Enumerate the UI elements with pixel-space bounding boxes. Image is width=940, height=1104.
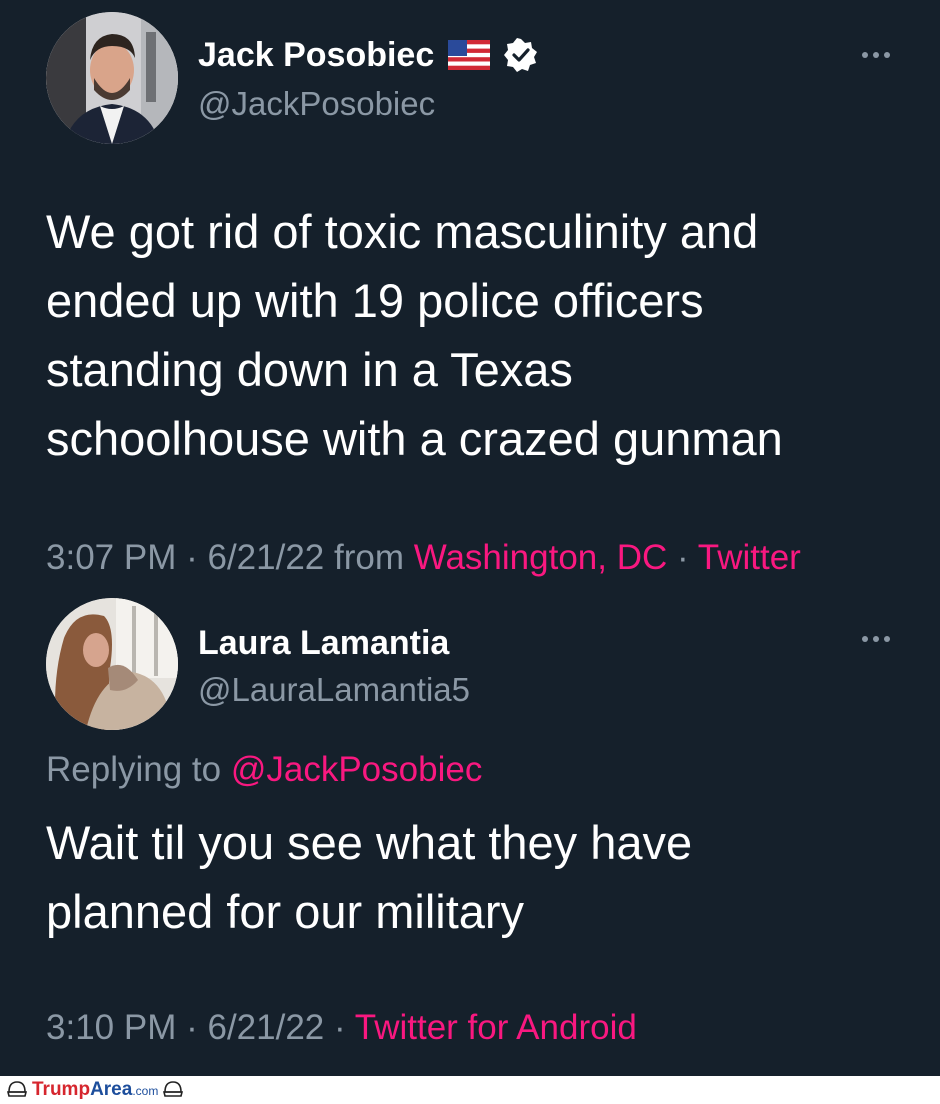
more-options-button[interactable] <box>862 52 890 58</box>
dot-icon <box>884 636 890 642</box>
location-link[interactable]: Washington, DC <box>414 538 668 577</box>
source-link[interactable]: Twitter <box>698 538 801 577</box>
cap-icon <box>163 1081 184 1097</box>
tweet-text: Wait til you see what they have planned … <box>46 816 693 938</box>
watermark-footer: TrumpArea.com <box>0 1076 940 1104</box>
brand-domain: .com <box>132 1084 159 1098</box>
dot-icon <box>873 52 879 58</box>
screenshot-page: Jack Posobiec @JackPosobiec We got rid o… <box>0 0 940 1104</box>
author-row: Laura Lamantia <box>198 622 449 664</box>
avatar[interactable] <box>46 12 178 144</box>
watermark-logo: TrumpArea.com <box>32 1079 158 1101</box>
tweet-date[interactable]: 6/21/22 <box>207 538 324 577</box>
avatar-photo-jack <box>46 12 178 144</box>
replying-label: Replying to <box>46 750 222 789</box>
tweet-meta: 3:10 PM · 6/21/22 · Twitter for Android <box>46 1006 637 1050</box>
replying-to: Replying to @JackPosobiec <box>46 748 482 792</box>
reply-tweet: Laura Lamantia @LauraLamantia5 Replying … <box>0 590 940 1076</box>
replying-to-handle-link[interactable]: @JackPosobiec <box>231 750 482 789</box>
cap-icon <box>6 1081 28 1097</box>
separator: · <box>186 538 208 577</box>
verified-badge-icon <box>504 38 538 72</box>
brand-trump: Trump <box>32 1079 91 1100</box>
from-label: from <box>334 538 414 577</box>
main-tweet: Jack Posobiec @JackPosobiec We got rid o… <box>0 0 940 590</box>
display-name[interactable]: Jack Posobiec <box>198 34 434 76</box>
dot-icon <box>862 636 868 642</box>
author-row: Jack Posobiec <box>198 34 538 76</box>
dot-icon <box>873 636 879 642</box>
separator: · <box>186 1008 208 1047</box>
us-flag-icon <box>448 40 491 70</box>
handle[interactable]: @LauraLamantia5 <box>198 670 470 710</box>
handle[interactable]: @JackPosobiec <box>198 84 435 124</box>
tweet-date[interactable]: 6/21/22 <box>207 1008 324 1047</box>
brand-area: Area <box>90 1079 133 1100</box>
tweet-text: We got rid of toxic masculinity and ende… <box>46 205 783 465</box>
more-options-button[interactable] <box>862 636 890 642</box>
dot-icon <box>884 52 890 58</box>
tweet-time[interactable]: 3:10 PM <box>46 1008 176 1047</box>
dot-icon <box>862 52 868 58</box>
source-link[interactable]: Twitter for Android <box>355 1008 637 1047</box>
separator: · <box>677 538 698 577</box>
separator: · <box>334 1008 355 1047</box>
avatar-photo-laura <box>46 598 178 730</box>
avatar[interactable] <box>46 598 178 730</box>
display-name[interactable]: Laura Lamantia <box>198 622 449 664</box>
tweet-time[interactable]: 3:07 PM <box>46 538 176 577</box>
tweet-meta: 3:07 PM · 6/21/22 from Washington, DC · … <box>46 536 801 580</box>
